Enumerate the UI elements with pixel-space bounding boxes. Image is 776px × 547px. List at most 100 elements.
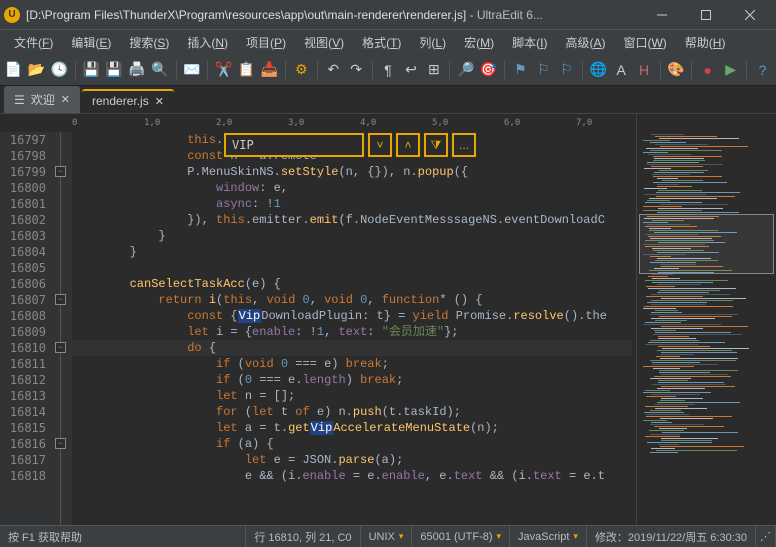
status-language[interactable]: JavaScript — [510, 526, 587, 547]
resize-grip-icon[interactable]: ⋰ — [756, 526, 776, 547]
minimap-line — [652, 174, 690, 175]
mail-icon[interactable]: ✉️ — [182, 59, 201, 81]
close-button[interactable] — [728, 1, 772, 29]
code-line[interactable]: if (a) { — [72, 436, 632, 452]
fold-toggle[interactable]: − — [55, 294, 66, 305]
search-next-button[interactable]: ˅ — [368, 133, 392, 157]
config-icon[interactable]: ⚙ — [292, 59, 311, 81]
minimap-line — [646, 396, 676, 397]
status-eol[interactable]: UNIX — [361, 526, 413, 547]
fold-toggle[interactable]: − — [55, 438, 66, 449]
minimize-button[interactable] — [640, 1, 684, 29]
tab-renderer.js[interactable]: renderer.js✕ — [82, 89, 174, 113]
menu-i[interactable]: 脚本(I) — [504, 32, 555, 53]
code-editor[interactable]: this.emitter.emit( const n = a.remote P.… — [72, 132, 636, 525]
minimap-line — [648, 276, 668, 277]
search-more-button[interactable]: ... — [452, 133, 476, 157]
code-line[interactable]: async: !1 — [72, 196, 632, 212]
code-line[interactable]: let i = {enable: !1, text: "会员加速"}; — [72, 324, 632, 340]
save-icon[interactable]: 💾 — [82, 59, 101, 81]
html-icon[interactable]: 🌐 — [589, 59, 608, 81]
recent-icon[interactable]: 🕓 — [50, 59, 69, 81]
menu-n[interactable]: 插入(N) — [179, 32, 236, 53]
save-all-icon[interactable]: 💾 — [105, 59, 124, 81]
text-icon[interactable]: A — [612, 59, 631, 81]
code-line[interactable]: do { — [72, 340, 632, 356]
menu-t[interactable]: 格式(T) — [354, 32, 409, 53]
code-line[interactable]: let a = t.getVipAccelerateMenuState(n); — [72, 420, 632, 436]
minimap-line — [659, 370, 738, 371]
minimap-viewport[interactable] — [639, 214, 774, 274]
redo-icon[interactable]: ↷ — [347, 59, 366, 81]
minimap[interactable] — [636, 114, 776, 525]
status-encoding[interactable]: 65001 (UTF-8) — [412, 526, 510, 547]
fold-toggle[interactable]: − — [55, 342, 66, 353]
hex-icon[interactable]: H — [635, 59, 654, 81]
code-line[interactable]: let n = []; — [72, 388, 632, 404]
bookmark-next-icon[interactable]: ⚐ — [557, 59, 576, 81]
palette-icon[interactable]: 🎨 — [666, 59, 685, 81]
wrap-icon[interactable]: ↩ — [401, 59, 420, 81]
code-line[interactable] — [72, 260, 632, 276]
macro-play-icon[interactable]: ▶ — [721, 59, 740, 81]
minimap-line — [657, 292, 709, 293]
undo-icon[interactable]: ↶ — [324, 59, 343, 81]
goto-icon[interactable]: 🎯 — [479, 59, 498, 81]
minimap-line — [661, 398, 703, 399]
menu-p[interactable]: 项目(P) — [238, 32, 294, 53]
invisible-icon[interactable]: ⊞ — [424, 59, 443, 81]
code-line[interactable]: if (0 === e.length) break; — [72, 372, 632, 388]
code-line[interactable]: window: e, — [72, 180, 632, 196]
help-icon[interactable]: ? — [753, 59, 772, 81]
menu-l[interactable]: 列(L) — [411, 32, 454, 53]
code-line[interactable]: for (let t of e) n.push(t.taskId); — [72, 404, 632, 420]
format-icon[interactable]: ¶ — [379, 59, 398, 81]
code-line[interactable]: P.MenuSkinNS.setStyle(n, {}), n.popup({ — [72, 164, 632, 180]
copy-icon[interactable]: 📋 — [237, 59, 256, 81]
minimap-line — [645, 202, 702, 203]
search-prev-button[interactable]: ˄ — [396, 133, 420, 157]
menu-e[interactable]: 编辑(E) — [63, 32, 119, 53]
code-line[interactable]: if (void 0 === e) break; — [72, 356, 632, 372]
minimap-line — [660, 446, 744, 447]
menu-w[interactable]: 窗口(W) — [615, 32, 674, 53]
new-file-icon[interactable]: 📄 — [4, 59, 23, 81]
minimap-line — [648, 342, 725, 343]
code-line[interactable]: canSelectTaskAcc(e) { — [72, 276, 632, 292]
menu-f[interactable]: 文件(F) — [6, 32, 61, 53]
search-input[interactable] — [224, 133, 364, 157]
code-line[interactable]: } — [72, 244, 632, 260]
code-line[interactable]: e && (i.enable = e.enable, e.text && (i.… — [72, 468, 632, 484]
minimap-line — [651, 304, 705, 305]
minimap-line — [647, 442, 712, 443]
cut-icon[interactable]: ✂️ — [214, 59, 233, 81]
open-file-icon[interactable]: 📂 — [27, 59, 46, 81]
code-line[interactable]: }), this.emitter.emit(f.NodeEventMesssag… — [72, 212, 632, 228]
minimap-line — [643, 420, 667, 421]
code-wrap: 1679716798167991680016801168021680316804… — [0, 132, 636, 525]
paste-icon[interactable]: 📥 — [260, 59, 279, 81]
menu-v[interactable]: 视图(V) — [296, 32, 352, 53]
tab-close-icon[interactable]: ✕ — [61, 93, 70, 106]
fold-toggle[interactable]: − — [55, 166, 66, 177]
line-number: 16797 — [0, 132, 50, 148]
maximize-button[interactable] — [684, 1, 728, 29]
bookmark-prev-icon[interactable]: ⚐ — [534, 59, 553, 81]
code-line[interactable]: let e = JSON.parse(a); — [72, 452, 632, 468]
macro-rec-icon[interactable]: ● — [698, 59, 717, 81]
menu-m[interactable]: 宏(M) — [456, 32, 502, 53]
code-line[interactable]: const {VipDownloadPlugin: t} = yield Pro… — [72, 308, 632, 324]
preview-icon[interactable]: 🔍 — [151, 59, 170, 81]
code-line[interactable]: return i(this, void 0, void 0, function*… — [72, 292, 632, 308]
tab-欢迎[interactable]: ☰欢迎✕ — [4, 86, 80, 113]
search-filter-button[interactable]: ⧩ — [424, 133, 448, 157]
tab-close-icon[interactable]: ✕ — [155, 95, 164, 108]
status-help: 按 F1 获取帮助 — [0, 526, 246, 547]
bookmark-icon[interactable]: ⚑ — [511, 59, 530, 81]
menu-s[interactable]: 搜索(S) — [121, 32, 177, 53]
search-icon[interactable]: 🔎 — [456, 59, 475, 81]
menu-a[interactable]: 高级(A) — [557, 32, 613, 53]
menu-h[interactable]: 帮助(H) — [677, 32, 734, 53]
print-icon[interactable]: 🖨️ — [128, 59, 147, 81]
code-line[interactable]: } — [72, 228, 632, 244]
